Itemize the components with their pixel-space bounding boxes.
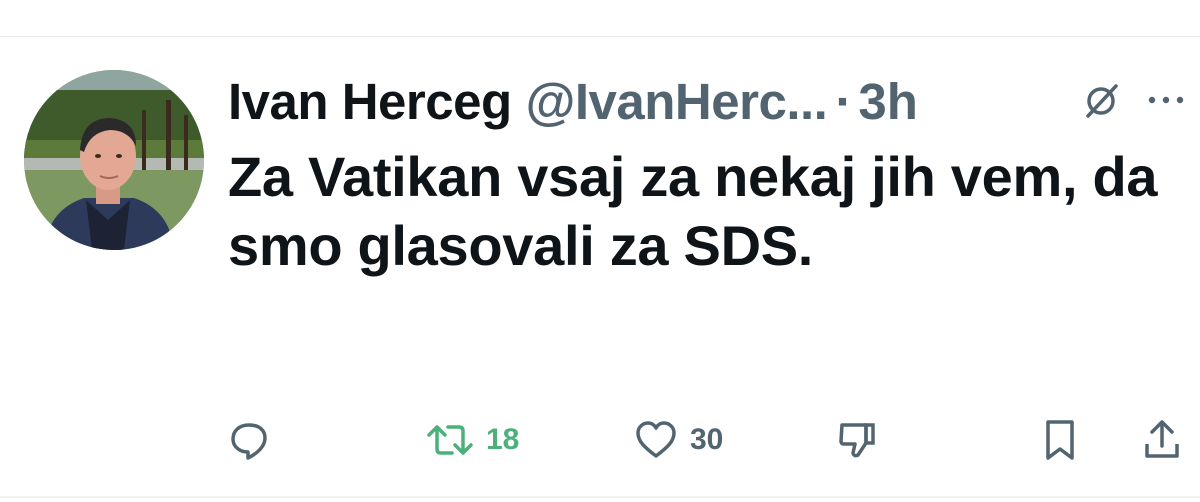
avatar[interactable]	[24, 70, 204, 250]
retweet-icon	[426, 419, 474, 461]
tweet-header: Ivan Herceg @IvanHerc... · 3h	[228, 66, 1188, 136]
reply-icon	[228, 419, 270, 461]
bottom-divider	[0, 496, 1200, 498]
share-icon	[1142, 418, 1182, 462]
author-display-name[interactable]: Ivan Herceg	[228, 72, 512, 131]
author-handle[interactable]: @IvanHerc...	[526, 72, 828, 131]
bookmark-icon	[1040, 418, 1080, 462]
dislike-button[interactable]	[836, 410, 878, 470]
like-button[interactable]: 30	[634, 410, 723, 470]
thumbs-down-icon	[836, 419, 878, 461]
grok-icon[interactable]	[1080, 80, 1122, 122]
tweet-text: Za Vatikan vsaj za nekaj jih vem, da smo…	[228, 145, 1158, 277]
bookmark-button[interactable]	[1040, 410, 1080, 470]
retweet-count: 18	[486, 423, 520, 456]
tweet-card: Ivan Herceg @IvanHerc... · 3h Za Vatikan…	[0, 0, 1200, 502]
more-options-icon[interactable]	[1146, 88, 1186, 112]
separator-dot: ·	[835, 72, 853, 130]
retweet-button[interactable]: 18	[426, 410, 519, 470]
top-divider	[0, 36, 1200, 37]
heart-icon	[634, 419, 678, 461]
tweet-timestamp[interactable]: 3h	[858, 72, 918, 131]
share-button[interactable]	[1142, 410, 1182, 470]
like-count: 30	[690, 423, 724, 456]
tweet-actions: 18 30	[0, 410, 1200, 470]
reply-button[interactable]	[228, 410, 282, 470]
